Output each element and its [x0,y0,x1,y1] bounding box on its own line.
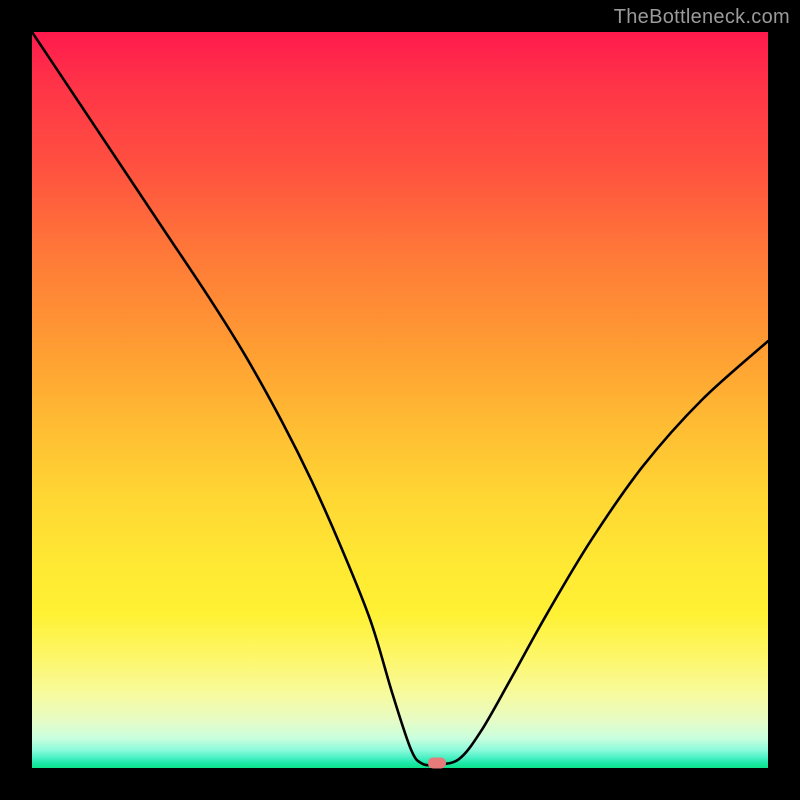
optimal-point-marker [428,757,446,768]
watermark-text: TheBottleneck.com [614,6,790,29]
plot-area [32,32,768,768]
chart-frame: TheBottleneck.com [0,0,800,800]
bottleneck-curve [32,32,768,768]
